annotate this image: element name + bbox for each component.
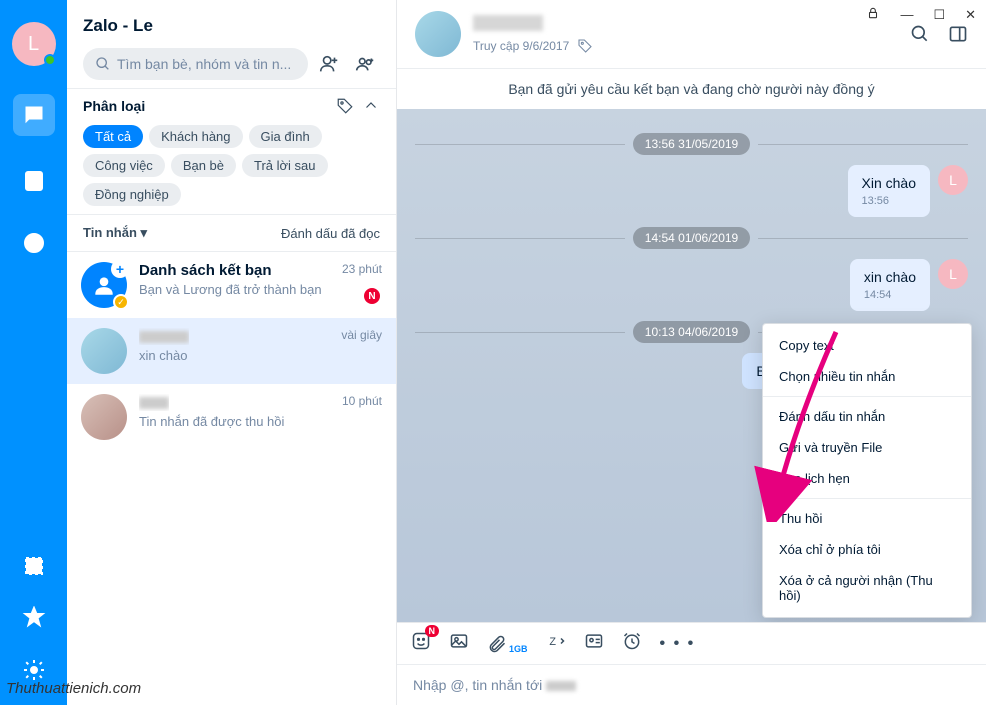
add-badge-icon: +	[111, 260, 129, 278]
ctx-mark[interactable]: Đánh dấu tin nhắn	[763, 401, 971, 432]
ctx-delete-me[interactable]: Xóa chỉ ở phía tôi	[763, 534, 971, 565]
verified-badge-icon: ✓	[113, 294, 129, 310]
date-divider: 14:54 01/06/2019	[633, 227, 750, 249]
sidebar-toggle-icon[interactable]	[948, 24, 968, 44]
conversation-list: + ✓ Danh sách kết bạn 23 phút Bạn và Lươ…	[67, 252, 396, 705]
conv-preview: xin chào	[139, 348, 382, 363]
search-placeholder: Tìm bạn bè, nhóm và tin n...	[117, 56, 291, 72]
chat-contact-avatar[interactable]	[415, 11, 461, 57]
maximize-button[interactable]: ☐	[933, 7, 945, 23]
nav-starred[interactable]	[17, 601, 51, 635]
chat-contact-name	[473, 15, 910, 36]
conv-preview: Tin nhắn đã được thu hồi	[139, 414, 382, 429]
search-chat-icon[interactable]	[910, 24, 930, 44]
ctx-create-reminder[interactable]: Tạo lịch hẹn	[763, 463, 971, 494]
message-time: 14:54	[864, 289, 916, 301]
message-bubble[interactable]: Xin chào 13:56	[848, 165, 930, 217]
sidebar: Zalo - Le Tìm bạn bè, nhóm và tin n... P…	[67, 0, 397, 705]
conv-name	[139, 328, 189, 345]
message-time: 13:56	[862, 195, 916, 207]
screenshot-button[interactable]: Z	[546, 631, 566, 656]
message-input[interactable]: Nhập @, tin nhắn tới	[397, 665, 986, 705]
attach-size-label: 1GB	[509, 644, 528, 654]
message-row: Xin chào 13:56 L	[415, 165, 968, 217]
image-button[interactable]	[449, 631, 469, 656]
online-indicator	[44, 54, 56, 66]
create-group-button[interactable]	[350, 49, 380, 79]
conv-name	[139, 394, 169, 411]
conv-time: vài giây	[341, 328, 382, 345]
conv-time: 23 phút	[342, 262, 382, 279]
conv-name: Danh sách kết bạn	[139, 262, 272, 279]
tag-icon[interactable]	[336, 97, 354, 115]
conv-preview: Bạn và Lương đã trở thành bạn	[139, 282, 382, 297]
filter-friends[interactable]: Bạn bè	[171, 154, 236, 177]
date-divider: 10:13 04/06/2019	[633, 321, 750, 343]
filter-colleagues[interactable]: Đồng nghiệp	[83, 183, 181, 206]
filter-all[interactable]: Tất cả	[83, 125, 143, 148]
sticker-button[interactable]: N	[411, 631, 431, 656]
friend-request-banner: Bạn đã gửi yêu cầu kết bạn và đang chờ n…	[397, 68, 986, 109]
message-text: Xin chào	[862, 175, 916, 191]
collapse-icon[interactable]	[362, 97, 380, 115]
watermark: Thuthuattienich.com	[6, 680, 141, 697]
conv-time: 10 phút	[342, 394, 382, 411]
last-seen: Truy cập 9/6/2017	[473, 39, 569, 53]
add-friend-button[interactable]	[314, 49, 344, 79]
user-avatar[interactable]: L	[12, 22, 56, 66]
window-controls: — ☐ ✕	[866, 6, 976, 23]
filter-title: Phân loại	[83, 98, 145, 114]
ctx-copy-text[interactable]: Copy text	[763, 330, 971, 361]
avatar-letter: L	[28, 33, 39, 56]
date-divider: 13:56 31/05/2019	[633, 133, 750, 155]
reminder-button[interactable]	[622, 631, 642, 656]
chat-body[interactable]: 13:56 31/05/2019 Xin chào 13:56 L 14:54 …	[397, 109, 986, 622]
messages-section-label[interactable]: Tin nhắn	[83, 225, 147, 241]
conv-avatar: + ✓	[81, 262, 127, 308]
svg-text:Z: Z	[549, 636, 556, 648]
conv-avatar	[81, 328, 127, 374]
search-icon	[95, 56, 111, 72]
mark-all-read[interactable]: Đánh dấu đã đọc	[281, 226, 380, 241]
message-context-menu: Copy text Chọn nhiều tin nhắn Đánh dấu t…	[762, 323, 972, 618]
message-avatar: L	[938, 259, 968, 289]
ctx-select-multiple[interactable]: Chọn nhiều tin nhắn	[763, 361, 971, 392]
message-bubble[interactable]: xin chào 14:54	[850, 259, 930, 311]
new-badge: N	[425, 625, 440, 637]
message-row: xin chào 14:54 L	[415, 259, 968, 311]
conversation-item[interactable]: vài giây xin chào	[67, 318, 396, 384]
nav-mentions[interactable]	[17, 226, 51, 260]
app-title: Zalo - Le	[83, 16, 380, 36]
conversation-item[interactable]: 10 phút Tin nhắn đã được thu hồi	[67, 384, 396, 450]
conversation-item[interactable]: + ✓ Danh sách kết bạn 23 phút Bạn và Lươ…	[67, 252, 396, 318]
filter-pills: Tất cả Khách hàng Gia đình Công việc Bạn…	[83, 125, 380, 206]
message-avatar: L	[938, 165, 968, 195]
conv-avatar	[81, 394, 127, 440]
ctx-delete-all[interactable]: Xóa ở cả người nhận (Thu hồi)	[763, 565, 971, 611]
nav-messages[interactable]	[13, 94, 55, 136]
ctx-recall[interactable]: Thu hồi	[763, 503, 971, 534]
minimize-button[interactable]: —	[900, 7, 913, 22]
more-button[interactable]: • • •	[660, 635, 696, 653]
chat-pane: — ☐ ✕ Truy cập 9/6/2017 Bạn đã gửi yêu c…	[397, 0, 986, 705]
new-badge: N	[364, 288, 380, 304]
attach-button[interactable]: 1GB	[487, 634, 528, 654]
left-rail: L	[0, 0, 67, 705]
message-text: xin chào	[864, 269, 916, 285]
input-placeholder: Nhập @, tin nhắn tới	[413, 677, 542, 693]
ctx-send-file[interactable]: Gửi và truyền File	[763, 432, 971, 463]
filter-customers[interactable]: Khách hàng	[149, 125, 242, 148]
contact-card-button[interactable]	[584, 631, 604, 656]
search-input[interactable]: Tìm bạn bè, nhóm và tin n...	[83, 48, 308, 80]
filter-work[interactable]: Công việc	[83, 154, 165, 177]
lock-icon[interactable]	[866, 6, 880, 23]
tag-icon[interactable]	[577, 38, 593, 54]
close-button[interactable]: ✕	[965, 7, 976, 23]
composer: N 1GB Z • • •	[397, 622, 986, 705]
filter-later[interactable]: Trả lời sau	[242, 154, 328, 177]
nav-screenshot[interactable]	[17, 549, 51, 583]
nav-contacts[interactable]	[17, 164, 51, 198]
filter-family[interactable]: Gia đình	[249, 125, 322, 148]
